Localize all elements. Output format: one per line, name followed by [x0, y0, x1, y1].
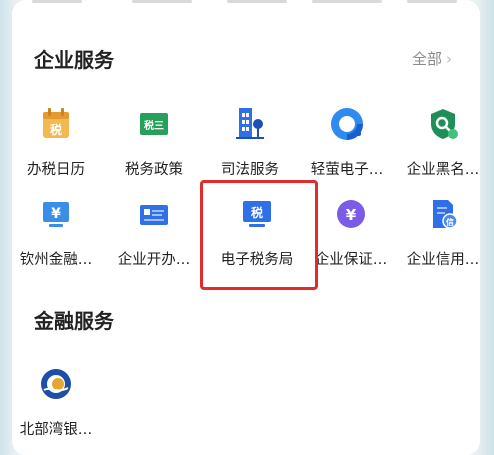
service-item-qinzhou-finance[interactable]: ¥ 钦州金融…: [10, 194, 102, 269]
service-label: 司法服务: [221, 162, 279, 178]
service-item-enterprise-guarantee[interactable]: ¥ 企业保证…: [305, 194, 397, 269]
service-label: 企业信用…: [406, 252, 480, 268]
previous-row-remnant: [12, 0, 480, 8]
finance-monitor-icon: ¥: [36, 194, 76, 234]
service-label: 北部湾银…: [19, 422, 93, 438]
service-label: 企业黑名…: [406, 162, 480, 178]
service-item-tax-calendar[interactable]: 税 办税日历: [10, 104, 102, 179]
selection-highlight-box: [200, 180, 318, 290]
service-item-qingying[interactable]: 轻萤电子…: [301, 104, 393, 179]
shield-search-icon: [423, 104, 463, 144]
all-label[interactable]: 全部: [412, 50, 442, 68]
svg-text:¥: ¥: [51, 206, 61, 222]
service-label: 企业开办…: [117, 252, 191, 268]
svg-text:¥: ¥: [346, 206, 357, 224]
all-services-link[interactable]: 全部 ›: [412, 48, 452, 69]
justice-building-icon: [230, 104, 270, 144]
service-label: 企业保证…: [314, 252, 388, 268]
qingying-logo-icon: [327, 104, 367, 144]
yen-circle-icon: ¥: [331, 194, 371, 234]
service-label: 轻萤电子…: [310, 162, 384, 178]
service-label: 钦州金融…: [19, 252, 93, 268]
service-item-enterprise-credit[interactable]: 信 企业信用…: [397, 194, 489, 269]
service-item-tax-policy[interactable]: 税三 税务政策: [108, 104, 200, 179]
credit-document-icon: 信: [423, 194, 463, 234]
service-label: 办税日历: [27, 162, 85, 178]
finance-services-title: 金融服务: [34, 309, 114, 333]
chevron-right-icon: ›: [446, 50, 452, 68]
svg-text:信: 信: [446, 217, 454, 227]
calendar-tax-icon: 税: [36, 104, 76, 144]
business-register-icon: [134, 194, 174, 234]
services-card: 企业服务 全部 › 税 办税日历 税三 税务政策 司法服务 轻萤电子… 企业黑名…: [12, 0, 480, 455]
svg-text:税三: 税三: [144, 119, 164, 132]
service-item-enterprise-blacklist[interactable]: 企业黑名…: [397, 104, 489, 179]
enterprise-services-title: 企业服务: [34, 48, 114, 72]
svg-text:税: 税: [50, 122, 62, 137]
service-item-business-register[interactable]: 企业开办…: [108, 194, 200, 269]
beibu-gulf-bank-logo-icon: [36, 364, 76, 404]
service-item-beibu-gulf-bank[interactable]: 北部湾银…: [10, 364, 102, 439]
service-label: 税务政策: [125, 162, 183, 178]
tax-policy-icon: 税三: [134, 104, 174, 144]
service-item-judicial[interactable]: 司法服务: [204, 104, 296, 179]
